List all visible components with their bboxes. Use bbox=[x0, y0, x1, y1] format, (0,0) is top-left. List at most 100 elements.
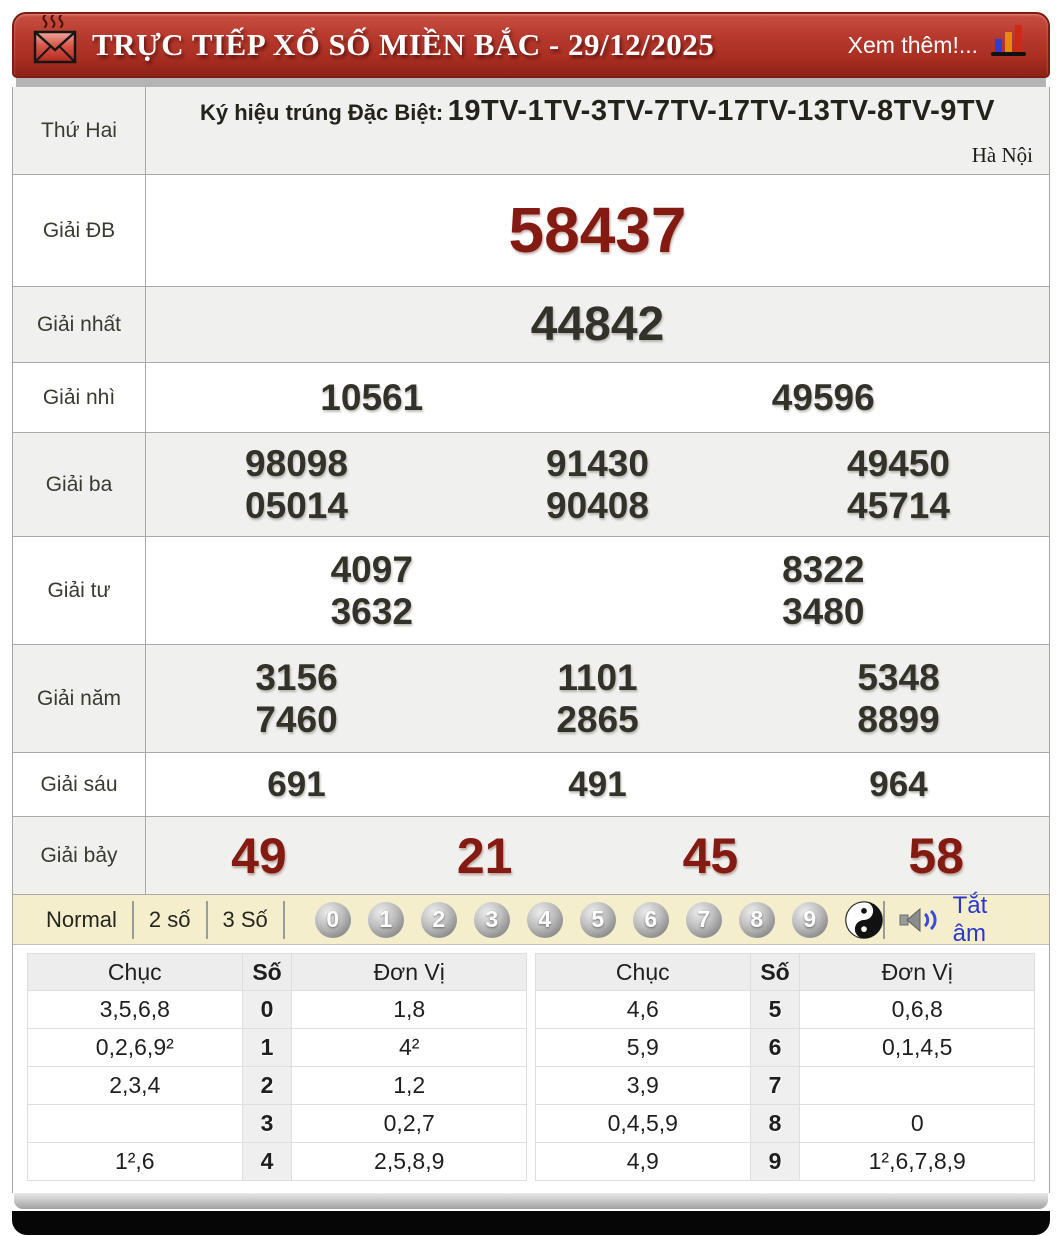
ball-9[interactable]: 9 bbox=[792, 902, 828, 938]
loto-digit-cell: 2 bbox=[242, 1067, 292, 1105]
loto-header-cell: Chục bbox=[28, 954, 243, 991]
loto-digit-cell: 4 bbox=[242, 1143, 292, 1181]
prize-label: Giải sáu bbox=[13, 753, 146, 816]
prize-number-line: 49214558 bbox=[146, 828, 1049, 884]
loto-value-cell: 1,2 bbox=[292, 1067, 527, 1105]
ball-0[interactable]: 0 bbox=[315, 902, 351, 938]
prize-number: 44842 bbox=[146, 298, 1049, 352]
prize-number: 4097 bbox=[146, 549, 598, 590]
prize-number-line: 050149040845714 bbox=[146, 485, 1049, 526]
ball-3[interactable]: 3 bbox=[474, 902, 510, 938]
header-shadow-strip bbox=[16, 78, 1046, 87]
loto-value-cell: 4² bbox=[292, 1029, 527, 1067]
prize-number: 58437 bbox=[146, 195, 1049, 267]
prize-number: 5348 bbox=[748, 657, 1049, 698]
loto-value-cell: 2,5,8,9 bbox=[292, 1143, 527, 1181]
prize-number-line: 980989143049450 bbox=[146, 443, 1049, 484]
prize-numbers: 58437 bbox=[146, 175, 1049, 286]
prize-number: 45 bbox=[598, 828, 824, 884]
prize-number-line: 1056149596 bbox=[146, 377, 1049, 418]
prize-number: 3480 bbox=[598, 591, 1050, 632]
page-title: TRỰC TIẾP XỔ SỐ MIỀN BẮC - 29/12/2025 bbox=[92, 27, 714, 63]
loto-value-cell: 3,9 bbox=[536, 1067, 751, 1105]
loto-header-cell: Đơn Vị bbox=[292, 954, 527, 991]
loto-digit-cell: 3 bbox=[242, 1105, 292, 1143]
mode-button-0[interactable]: Normal bbox=[31, 907, 132, 933]
loto-digit-cell: 8 bbox=[750, 1105, 800, 1143]
prize-number: 49450 bbox=[748, 443, 1049, 484]
footer-gray-bar bbox=[14, 1193, 1048, 1209]
hot-mail-icon bbox=[32, 15, 78, 72]
prize-number: 21 bbox=[372, 828, 598, 884]
loto-row: 30,2,7 bbox=[28, 1105, 527, 1143]
special-sign-label: Ký hiệu trúng Đặc Biệt: bbox=[200, 100, 443, 125]
loto-row: 2,3,421,2 bbox=[28, 1067, 527, 1105]
loto-value-cell: 1²,6 bbox=[28, 1143, 243, 1181]
loto-header-cell: Số bbox=[750, 954, 800, 991]
prize-label: Giải năm bbox=[13, 645, 146, 752]
prize-number-line: 691491964 bbox=[146, 765, 1049, 804]
prize-number: 691 bbox=[146, 765, 447, 804]
prize-row: Giải sáu691491964 bbox=[13, 753, 1049, 817]
mute-button[interactable]: Tắt âm bbox=[953, 892, 1021, 948]
ball-2[interactable]: 2 bbox=[421, 902, 457, 938]
number-balls: 0123456789 bbox=[315, 901, 883, 939]
loto-digit-cell: 9 bbox=[750, 1143, 800, 1181]
loto-value-cell: 1,8 bbox=[292, 991, 527, 1029]
mode-button-1[interactable]: 2 số bbox=[134, 907, 206, 933]
loto-table-left: ChụcSốĐơn Vị3,5,6,801,80,2,6,9²14²2,3,42… bbox=[27, 953, 527, 1181]
loto-value-cell bbox=[800, 1067, 1035, 1105]
ball-4[interactable]: 4 bbox=[527, 902, 563, 938]
prize-label: Giải ba bbox=[13, 433, 146, 536]
loto-row: 4,650,6,8 bbox=[536, 991, 1035, 1029]
ball-7[interactable]: 7 bbox=[686, 902, 722, 938]
loto-row: 4,991²,6,7,8,9 bbox=[536, 1143, 1035, 1181]
prize-label: Giải tư bbox=[13, 537, 146, 644]
see-more-link[interactable]: Xem thêm!... bbox=[848, 32, 978, 59]
prize-row: Giải nhì1056149596 bbox=[13, 363, 1049, 433]
speaker-icon[interactable] bbox=[899, 904, 939, 936]
prize-row: Giải ba980989143049450050149040845714 bbox=[13, 433, 1049, 537]
loto-header-cell: Đơn Vị bbox=[800, 954, 1035, 991]
prize-numbers: 4097832236323480 bbox=[146, 537, 1049, 644]
prize-number-line: 36323480 bbox=[146, 591, 1049, 632]
header-bar: TRỰC TIẾP XỔ SỐ MIỀN BẮC - 29/12/2025 Xe… bbox=[12, 12, 1050, 78]
prize-row: Giải bảy49214558 bbox=[13, 817, 1049, 895]
prize-number-line: 40978322 bbox=[146, 549, 1049, 590]
loto-value-cell: 0,6,8 bbox=[800, 991, 1035, 1029]
ball-8[interactable]: 8 bbox=[739, 902, 775, 938]
loto-value-cell: 5,9 bbox=[536, 1029, 751, 1067]
loto-value-cell: 0,2,7 bbox=[292, 1105, 527, 1143]
ball-6[interactable]: 6 bbox=[633, 902, 669, 938]
prize-label: Giải nhất bbox=[13, 287, 146, 362]
prize-number: 491 bbox=[447, 765, 748, 804]
mode-button-2[interactable]: 3 Số bbox=[208, 907, 283, 933]
ball-5[interactable]: 5 bbox=[580, 902, 616, 938]
prize-numbers: 44842 bbox=[146, 287, 1049, 362]
ball-1[interactable]: 1 bbox=[368, 902, 404, 938]
prize-number: 05014 bbox=[146, 485, 447, 526]
prize-label: Giải ĐB bbox=[13, 175, 146, 286]
prize-numbers: 49214558 bbox=[146, 817, 1049, 894]
prize-number: 8899 bbox=[748, 699, 1049, 740]
prize-numbers: 315611015348746028658899 bbox=[146, 645, 1049, 752]
loto-value-cell: 0,1,4,5 bbox=[800, 1029, 1035, 1067]
prize-number: 2865 bbox=[447, 699, 748, 740]
footer-black-bar bbox=[12, 1211, 1050, 1235]
bar-chart-icon[interactable] bbox=[988, 22, 1028, 63]
loto-value-cell bbox=[28, 1105, 243, 1143]
loto-digit-cell: 7 bbox=[750, 1067, 800, 1105]
prize-numbers: 980989143049450050149040845714 bbox=[146, 433, 1049, 536]
prize-number: 8322 bbox=[598, 549, 1050, 590]
loto-digit-cell: 5 bbox=[750, 991, 800, 1029]
sign-row: Thứ Hai Ký hiệu trúng Đặc Biệt: 19TV-1TV… bbox=[13, 87, 1049, 175]
loto-value-cell: 0,2,6,9² bbox=[28, 1029, 243, 1067]
loto-row: 0,2,6,9²14² bbox=[28, 1029, 527, 1067]
prize-number-line: 746028658899 bbox=[146, 699, 1049, 740]
loto-header-cell: Chục bbox=[536, 954, 751, 991]
sound-controls-bar: Normal2 số3 Số 0123456789 Tắt âm bbox=[13, 895, 1049, 945]
prize-label: Giải nhì bbox=[13, 363, 146, 432]
prize-number: 3156 bbox=[146, 657, 447, 698]
yin-yang-icon[interactable] bbox=[845, 901, 883, 939]
loto-table-right: ChụcSốĐơn Vị4,650,6,85,960,1,4,53,970,4,… bbox=[535, 953, 1035, 1181]
